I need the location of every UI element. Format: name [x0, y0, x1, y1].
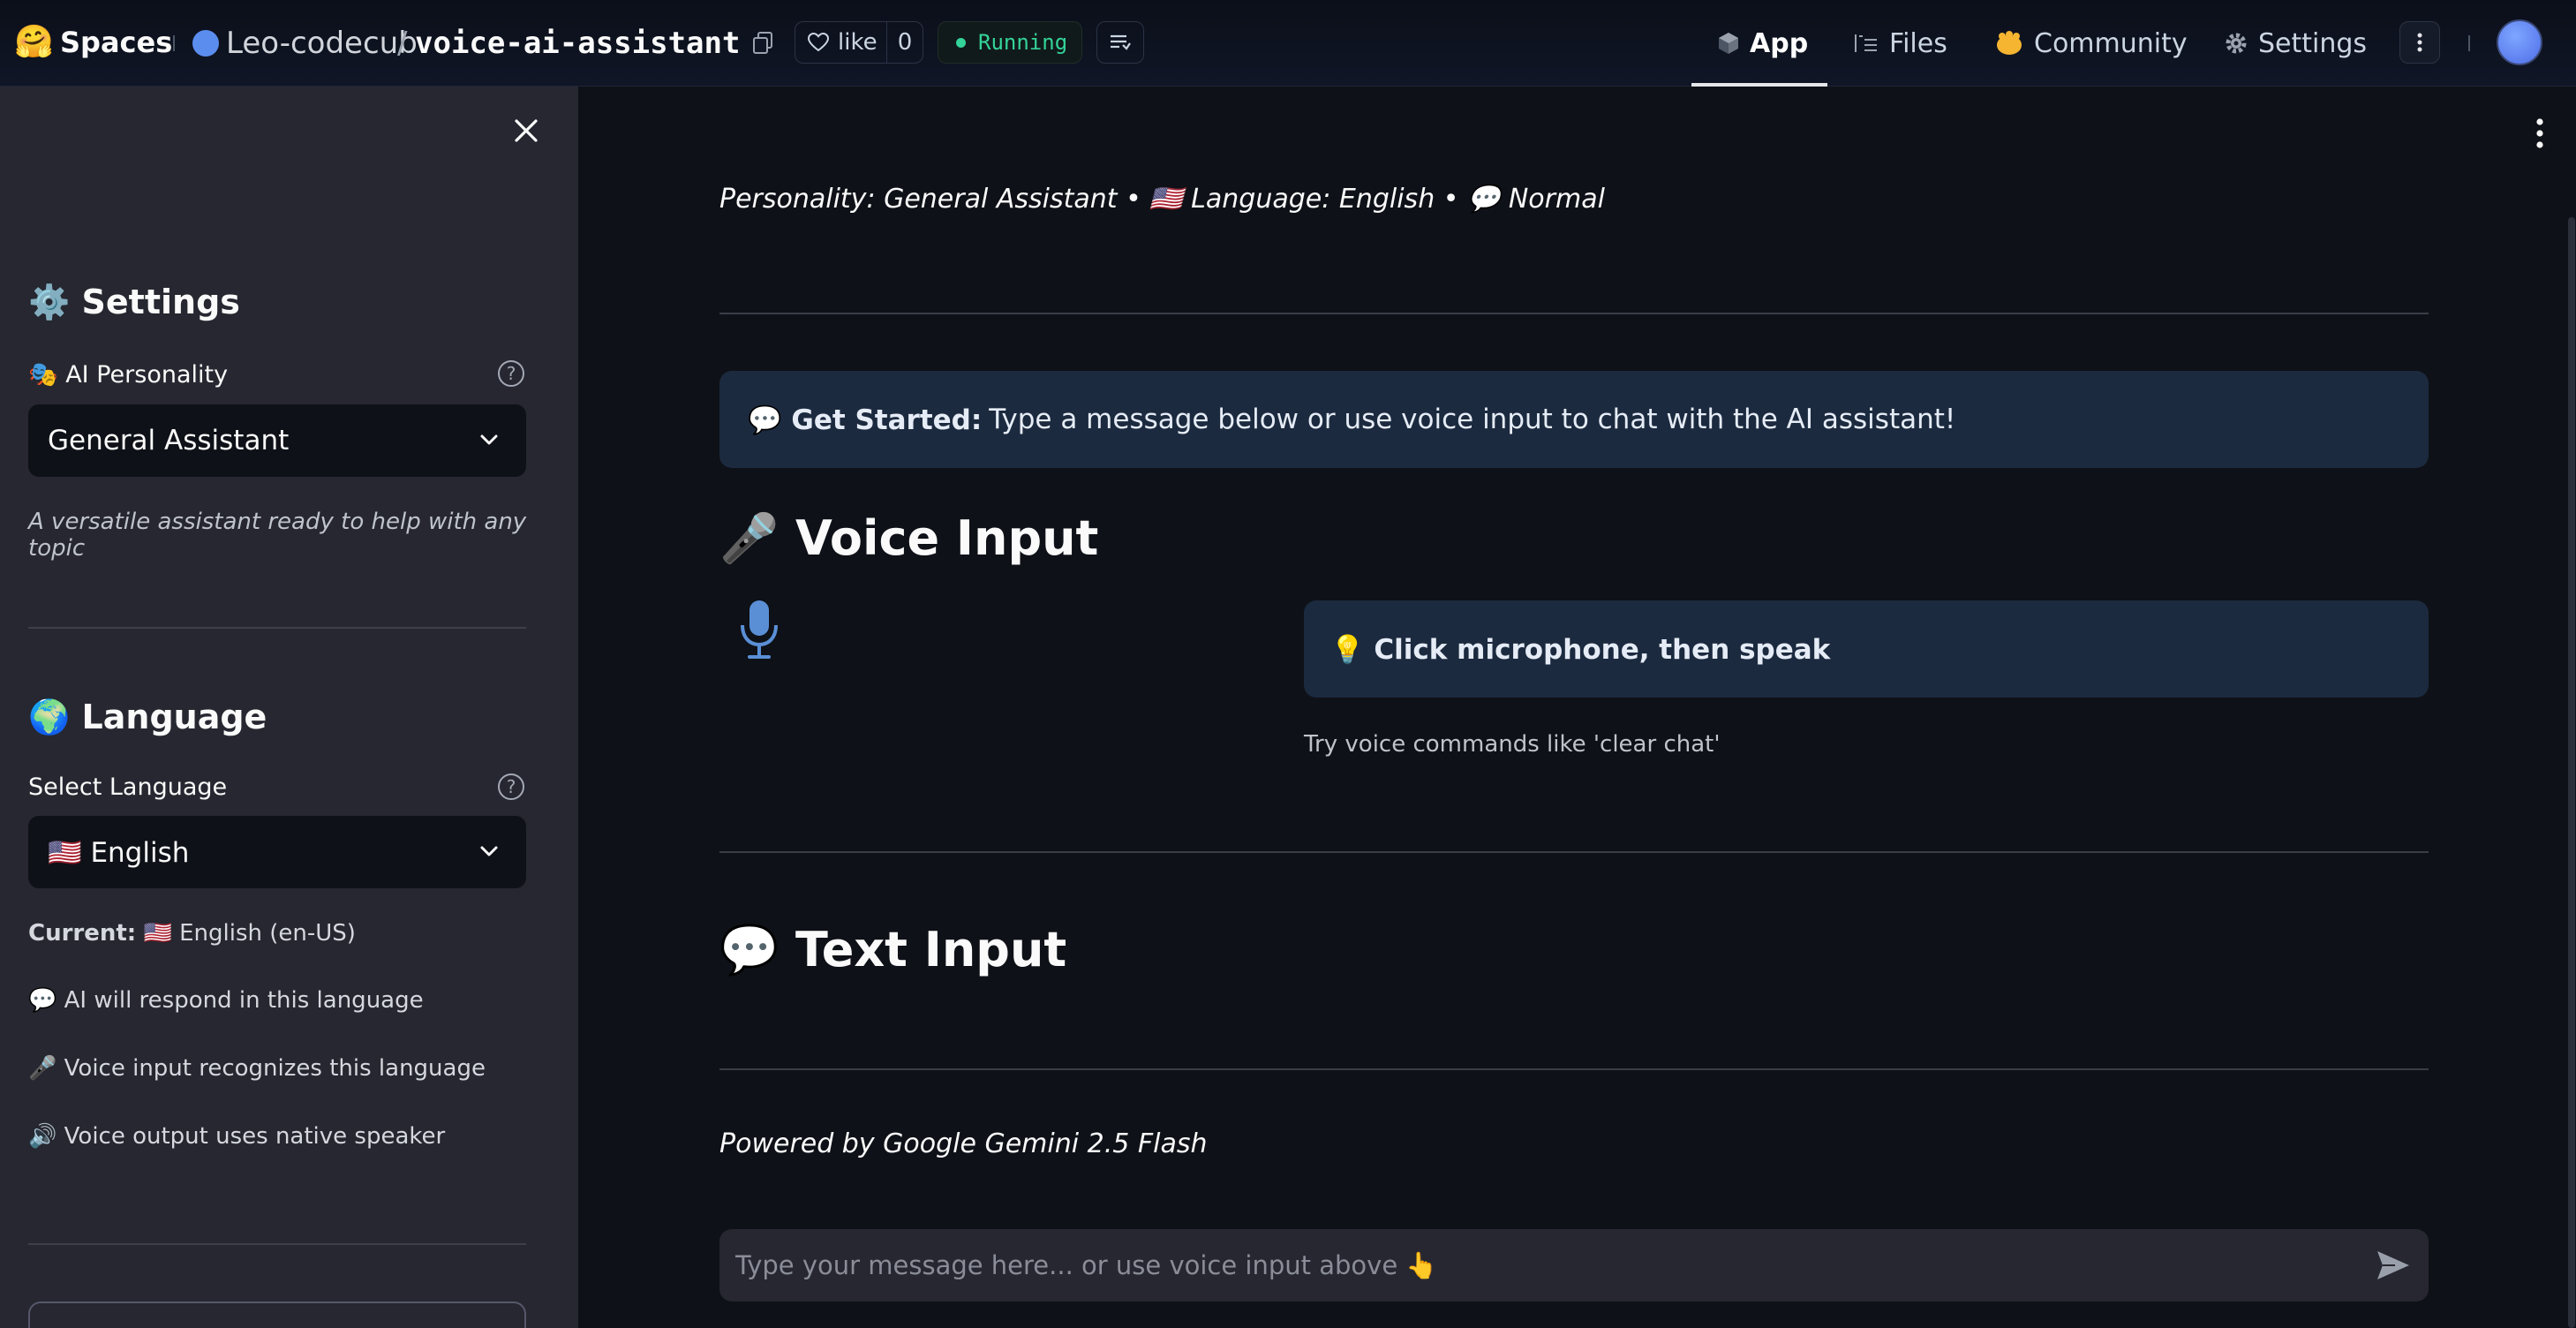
divider — [28, 1243, 526, 1245]
personality-select-value: General Assistant — [48, 425, 290, 456]
like-count[interactable]: 0 — [887, 22, 923, 63]
main-content: Personality: General Assistant • 🇺🇸 Lang… — [578, 87, 2576, 1328]
spaces-link[interactable]: Spaces — [60, 25, 172, 60]
language-select-value: 🇺🇸 English — [48, 836, 190, 869]
voice-input-heading: 🎤 Voice Input — [719, 510, 1099, 566]
hugging-face-logo[interactable]: 🤗 — [14, 23, 54, 62]
owner-link[interactable]: Leo-codecub — [226, 24, 418, 63]
send-button[interactable] — [2358, 1229, 2429, 1302]
repo-name-link[interactable]: voice-ai-assistant — [415, 24, 740, 63]
gear-icon — [2226, 33, 2247, 54]
logs-button[interactable] — [1096, 21, 1144, 64]
divider — [719, 313, 2429, 314]
like-button[interactable]: like 0 — [795, 21, 923, 64]
voice-commands-caption: Try voice commands like 'clear chat' — [1304, 731, 1721, 758]
like-label-area[interactable]: like — [795, 22, 887, 63]
chat-input-bar — [719, 1229, 2429, 1302]
chat-input[interactable] — [719, 1229, 2358, 1302]
scrollbar[interactable] — [2568, 217, 2575, 1328]
help-icon[interactable]: ? — [498, 360, 524, 387]
chevron-down-icon — [480, 434, 498, 445]
get-started-info: 💬 Get Started: Type a message below or u… — [719, 371, 2429, 468]
status-dot-icon — [956, 37, 966, 48]
like-label: like — [838, 29, 877, 56]
language-select[interactable]: 🇺🇸 English — [28, 816, 526, 888]
tab-app[interactable]: App — [1718, 0, 1808, 87]
logs-icon — [1111, 34, 1131, 50]
close-sidebar-icon[interactable] — [510, 115, 542, 147]
tab-files[interactable]: Files — [1854, 0, 1947, 87]
get-started-text: Type a message below or use voice input … — [989, 404, 1956, 435]
language-heading: 🌍 Language — [28, 698, 267, 736]
owner-avatar[interactable] — [192, 30, 219, 57]
language-label: Select Language — [28, 773, 228, 801]
heart-icon — [808, 33, 829, 52]
community-icon — [1997, 31, 2022, 55]
separator — [173, 35, 175, 51]
get-started-bold: 💬 Get Started: — [748, 404, 983, 436]
send-icon — [2377, 1251, 2409, 1279]
more-options-button[interactable] — [2399, 21, 2440, 64]
divider — [719, 851, 2429, 853]
language-note: 🔊 Voice output uses native speaker — [28, 1123, 446, 1150]
powered-by: Powered by Google Gemini 2.5 Flash — [719, 1128, 1208, 1159]
tab-settings[interactable]: Settings — [2225, 0, 2367, 87]
user-avatar[interactable] — [2497, 19, 2542, 65]
microphone-icon[interactable] — [737, 599, 781, 662]
personality-select[interactable]: General Assistant — [28, 404, 526, 477]
chevron-down-icon — [480, 846, 498, 856]
files-icon — [1855, 34, 1877, 52]
path-slash: / — [397, 26, 408, 61]
top-bar: 🤗 Spaces Leo-codecub / voice-ai-assistan… — [0, 0, 2576, 87]
copy-icon[interactable] — [752, 32, 773, 55]
tab-files-label: Files — [1889, 27, 1947, 59]
more-vertical-icon — [2417, 33, 2422, 52]
language-note: 🎤 Voice input recognizes this language — [28, 1055, 486, 1082]
language-note: 💬 AI will respond in this language — [28, 987, 424, 1014]
current-language: Current: 🇺🇸 English (en-US) — [28, 920, 356, 947]
status-text: Running — [978, 30, 1068, 55]
microphone-tip: 💡 Click microphone, then speak — [1304, 600, 2429, 698]
tab-settings-label: Settings — [2258, 27, 2368, 59]
separator — [2468, 35, 2470, 51]
divider — [719, 1068, 2429, 1070]
current-language-value: 🇺🇸 English (en-US) — [143, 920, 356, 947]
tab-community[interactable]: Community — [1995, 0, 2188, 87]
app-menu-icon[interactable] — [2535, 118, 2544, 148]
help-icon[interactable]: ? — [498, 773, 524, 800]
sidebar: ⚙️ Settings 🎭 AI Personality ? General A… — [0, 87, 578, 1328]
current-language-label: Current: — [28, 920, 137, 947]
divider — [28, 627, 526, 629]
status-line: Personality: General Assistant • 🇺🇸 Lang… — [719, 184, 1605, 215]
tab-app-label: App — [1750, 27, 1809, 59]
settings-heading: ⚙️ Settings — [28, 283, 240, 321]
text-input-heading: 💬 Text Input — [719, 922, 1067, 977]
sidebar-bottom-widget[interactable] — [28, 1302, 526, 1328]
personality-label: 🎭 AI Personality — [28, 361, 229, 389]
tab-community-label: Community — [2034, 27, 2188, 59]
status-badge[interactable]: Running — [938, 21, 1082, 64]
personality-caption: A versatile assistant ready to help with… — [28, 509, 527, 562]
cube-icon — [1719, 33, 1738, 54]
